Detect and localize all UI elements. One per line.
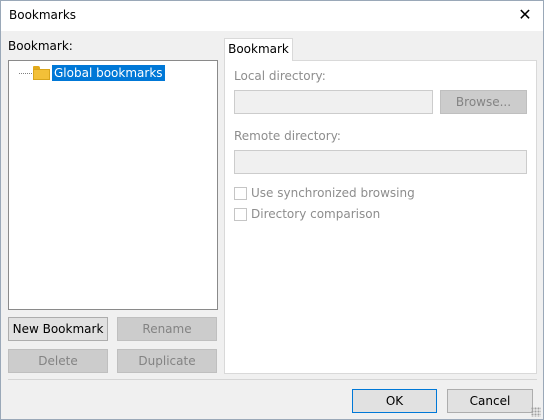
- directory-comparison-label: Directory comparison: [251, 207, 381, 221]
- close-icon[interactable]: ✕: [513, 5, 537, 27]
- sync-browsing-label: Use synchronized browsing: [251, 186, 415, 200]
- duplicate-button[interactable]: Duplicate: [117, 349, 217, 373]
- new-bookmark-button[interactable]: New Bookmark: [8, 317, 108, 341]
- title-bar: Bookmarks ✕: [1, 1, 543, 31]
- resize-grip-icon[interactable]: [531, 407, 541, 417]
- remote-directory-label: Remote directory:: [234, 129, 341, 143]
- remote-directory-input[interactable]: [234, 150, 527, 174]
- directory-comparison-checkbox[interactable]: Directory comparison: [234, 207, 380, 221]
- browse-button[interactable]: Browse...: [440, 90, 527, 114]
- local-directory-label: Local directory:: [234, 69, 326, 83]
- bookmarks-dialog: Bookmarks ✕ Bookmark: Global bookmarks N…: [0, 0, 544, 420]
- bookmark-tree[interactable]: Global bookmarks: [8, 60, 218, 310]
- local-directory-input[interactable]: [234, 90, 433, 114]
- tree-item-label: Global bookmarks: [52, 65, 165, 81]
- tree-item-global-bookmarks[interactable]: Global bookmarks: [19, 65, 165, 81]
- checkbox-box[interactable]: [234, 207, 247, 221]
- cancel-button[interactable]: Cancel: [447, 389, 533, 413]
- folder-icon: [33, 66, 50, 80]
- rename-button[interactable]: Rename: [117, 317, 217, 341]
- delete-button[interactable]: Delete: [8, 349, 108, 373]
- sync-browsing-checkbox[interactable]: Use synchronized browsing: [234, 186, 415, 200]
- ok-button[interactable]: OK: [352, 389, 437, 413]
- window-title: Bookmarks: [9, 8, 77, 22]
- bookmark-label: Bookmark:: [8, 39, 73, 53]
- footer-separator: [8, 379, 537, 380]
- tab-bookmark[interactable]: Bookmark: [224, 38, 293, 61]
- checkbox-box[interactable]: [234, 186, 247, 200]
- tree-connector: [19, 72, 32, 74]
